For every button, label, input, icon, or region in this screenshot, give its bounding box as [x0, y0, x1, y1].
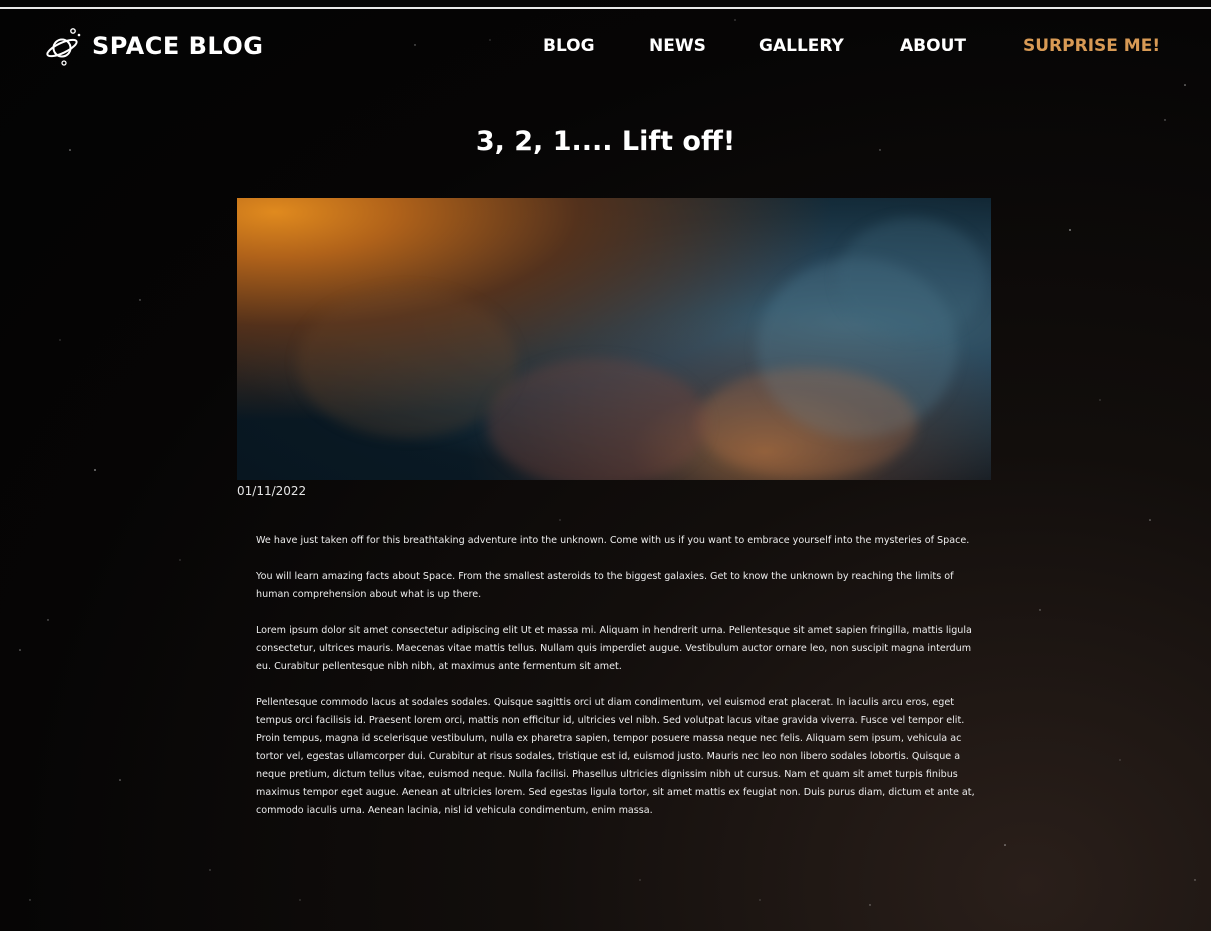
post-paragraph: You will learn amazing facts about Space… [256, 571, 954, 600]
nav-about-link[interactable]: ABOUT [900, 36, 966, 56]
nav-news-link[interactable]: NEWS [649, 36, 706, 56]
post-date: 01/11/2022 [237, 484, 307, 498]
post-body: We have just taken off for this breathta… [256, 532, 976, 838]
post-paragraph: Lorem ipsum dolor sit amet consectetur a… [256, 625, 972, 672]
hero-image [237, 198, 991, 480]
post-title: 3, 2, 1.... Lift off! [475, 126, 736, 157]
nav-gallery-link[interactable]: GALLERY [759, 36, 844, 56]
main-nav: BLOG NEWS GALLERY ABOUT SURPRISE ME! [0, 36, 1211, 60]
nav-blog-link[interactable]: BLOG [543, 36, 595, 56]
post-paragraph: We have just taken off for this breathta… [256, 535, 970, 546]
post-paragraph: Pellentesque commodo lacus at sodales so… [256, 697, 975, 816]
nav-surprise-link[interactable]: SURPRISE ME! [1023, 36, 1160, 56]
